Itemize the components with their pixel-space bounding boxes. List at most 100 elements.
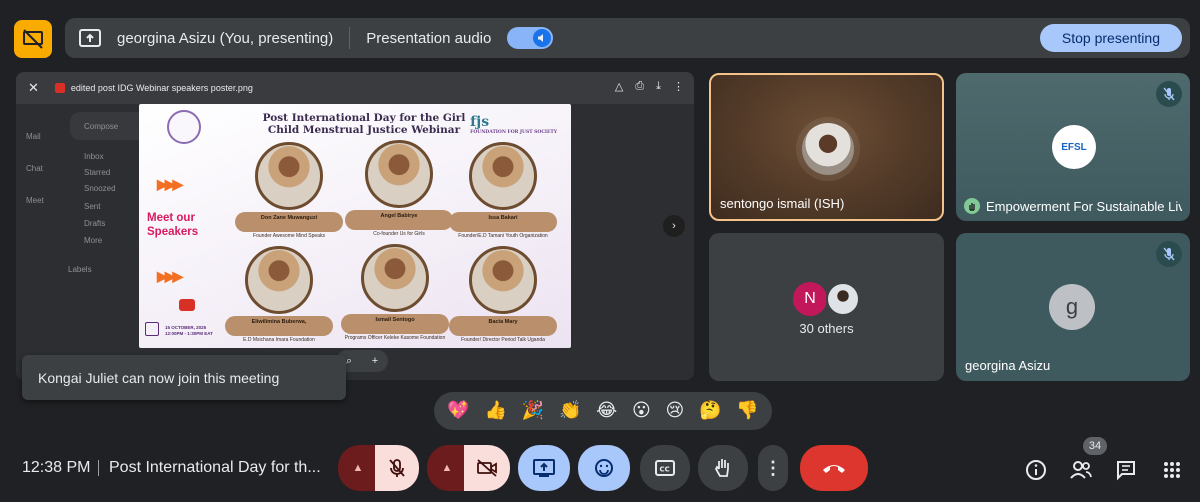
- arrows-decoration: ▶▶▶: [157, 176, 183, 192]
- avatar: EFSL: [1052, 125, 1096, 169]
- speaker-card: Bacia Mary Founder/ Director Period Talk…: [449, 246, 557, 343]
- presenting-title: georgina Asizu (You, presenting): [117, 29, 334, 47]
- volume-icon: [533, 29, 552, 47]
- presenting-off-button[interactable]: [14, 20, 52, 58]
- participant-tile-empowerment[interactable]: EFSL Empowerment For Sustainable Liv...: [956, 73, 1190, 221]
- speaker-card: Eliwilimina Buberwa, E.D Msichana Imara …: [225, 246, 333, 343]
- avatar: [802, 123, 854, 175]
- raise-hand-icon: [964, 198, 980, 214]
- print-icon[interactable]: ⎙: [635, 80, 644, 93]
- gmail-sent: Sent: [84, 202, 101, 211]
- others-count: 30 others: [799, 321, 854, 336]
- avatar: [826, 282, 860, 316]
- download-icon[interactable]: ⤓: [656, 80, 661, 93]
- poster-title: Post International Day for the Girl Chil…: [262, 112, 466, 136]
- emoji-icon: [595, 459, 613, 477]
- speaker-card: Ismail Sentogo Programs Officer Keleke K…: [341, 244, 449, 341]
- camera-off-icon: [477, 459, 497, 477]
- chat-button[interactable]: [1114, 458, 1138, 482]
- reaction-thumbs-down[interactable]: 👎: [736, 402, 758, 420]
- more-options-button[interactable]: ⋮: [758, 445, 788, 491]
- send-reaction-button[interactable]: [578, 445, 630, 491]
- gmail-labels: Labels: [68, 265, 92, 274]
- gmail-compose-label: Compose: [84, 122, 119, 131]
- others-tile[interactable]: [709, 233, 944, 381]
- speaker-photo: [245, 246, 313, 314]
- people-button[interactable]: [1069, 458, 1093, 482]
- meeting-title: Post International Day for th...: [109, 459, 321, 476]
- people-icon: [1070, 461, 1092, 479]
- presenting-bar: georgina Asizu (You, presenting) Present…: [65, 18, 1190, 58]
- chat-icon: [1117, 461, 1135, 481]
- leave-call-button[interactable]: [800, 445, 868, 491]
- meet-our-speakers: Meet our Speakers: [147, 212, 199, 238]
- reaction-thinking[interactable]: 🤔: [699, 402, 721, 420]
- mic-off-icon: [1156, 81, 1182, 107]
- close-icon[interactable]: ✕: [28, 80, 39, 96]
- zoom-in-icon[interactable]: +: [372, 355, 378, 367]
- reaction-surprised[interactable]: 😮: [632, 402, 651, 420]
- speaker-photo: [469, 246, 537, 314]
- join-notification: Kongai Juliet can now join this meeting: [22, 355, 346, 400]
- gmail-sidebar: Mail Chat Meet: [16, 104, 146, 380]
- present-screen-icon: [533, 459, 555, 477]
- participant-tile-georgina[interactable]: g georgina Asizu: [956, 233, 1190, 381]
- participant-name: georgina Asizu: [965, 358, 1051, 373]
- present-screen-button[interactable]: [518, 445, 570, 491]
- fjs-logo: fjs FOUNDATION FOR JUST SOCIETY: [470, 114, 557, 135]
- divider: [98, 460, 99, 476]
- chevron-up-icon: ▲: [352, 462, 364, 474]
- avatar: N: [793, 282, 827, 316]
- avatar: g: [1049, 284, 1095, 330]
- captions-button[interactable]: CC: [640, 445, 690, 491]
- speaker-card: Angel Babirye Co-founder Us for Girls: [345, 140, 453, 237]
- more-vert-icon[interactable]: ⋮: [673, 80, 684, 93]
- reaction-clap[interactable]: 👏: [559, 402, 581, 420]
- stop-presenting-button[interactable]: Stop presenting: [1039, 24, 1182, 52]
- next-image-button[interactable]: ›: [663, 215, 685, 237]
- reactions-bar: 💖 👍 🎉 👏 😂 😮 😢 🤔 👎: [434, 392, 772, 430]
- gmail-inbox: Inbox: [84, 152, 104, 161]
- reaction-sad[interactable]: 😢: [665, 402, 684, 420]
- captions-icon: CC: [655, 460, 675, 476]
- video-options-button[interactable]: ▲: [427, 445, 467, 491]
- viewer-tools: △ ⎙ ⤓ ⋮: [615, 80, 684, 93]
- poster-date: 15 OCTOBER, 2025 12:00PM - 1:30PM EAT: [165, 325, 213, 336]
- apps-icon: [1164, 462, 1180, 478]
- people-count-badge: 34: [1083, 437, 1107, 455]
- gmail-snoozed: Snoozed: [84, 184, 116, 193]
- speaker-card: Don Zane Muwanguzi Founder Awesome Mind …: [235, 142, 343, 239]
- gmail-starred: Starred: [84, 168, 111, 177]
- reaction-party[interactable]: 🎉: [522, 402, 544, 420]
- speaker-photo: [469, 142, 537, 210]
- reaction-thumbs-up[interactable]: 👍: [485, 402, 507, 420]
- zoom-icon[interactable]: ⌕: [346, 355, 352, 368]
- gmail-more: More: [84, 236, 103, 245]
- call-end-icon: [823, 465, 845, 473]
- participant-name: Empowerment For Sustainable Liv...: [964, 197, 1182, 215]
- image-viewer-toolbar: ✕ edited post IDG Webinar speakers poste…: [16, 72, 694, 104]
- webinar-poster: Post International Day for the Girl Chil…: [139, 104, 571, 348]
- speaker-photo: [255, 142, 323, 210]
- presentation-audio-toggle[interactable]: [507, 27, 554, 49]
- more-vert-icon: ⋮: [764, 457, 782, 478]
- image-file-icon: [54, 83, 65, 93]
- meeting-info-button[interactable]: [1024, 458, 1048, 482]
- drive-icon[interactable]: △: [615, 80, 623, 93]
- activities-button[interactable]: [1160, 458, 1184, 482]
- participant-tile-ismail[interactable]: sentongo ismail (ISH): [709, 73, 944, 221]
- institute-logo: [167, 110, 201, 144]
- camera-toggle-button[interactable]: [464, 445, 510, 491]
- presentation-audio-label: Presentation audio: [366, 29, 492, 47]
- audio-options-button[interactable]: ▲: [338, 445, 378, 491]
- raise-hand-button[interactable]: [698, 445, 748, 491]
- calendar-icon: [145, 322, 159, 336]
- file-name: edited post IDG Webinar speakers poster.…: [70, 83, 253, 93]
- raise-hand-icon: [714, 459, 729, 477]
- gmail-drafts: Drafts: [84, 219, 106, 228]
- screen-share-icon: [79, 29, 101, 47]
- reaction-laugh[interactable]: 😂: [596, 402, 617, 420]
- microphone-toggle-button[interactable]: [375, 445, 419, 491]
- speaker-card: Issa Bakari Founder/E.D Tamani Youth Org…: [449, 142, 557, 239]
- reaction-heart[interactable]: 💖: [447, 402, 469, 420]
